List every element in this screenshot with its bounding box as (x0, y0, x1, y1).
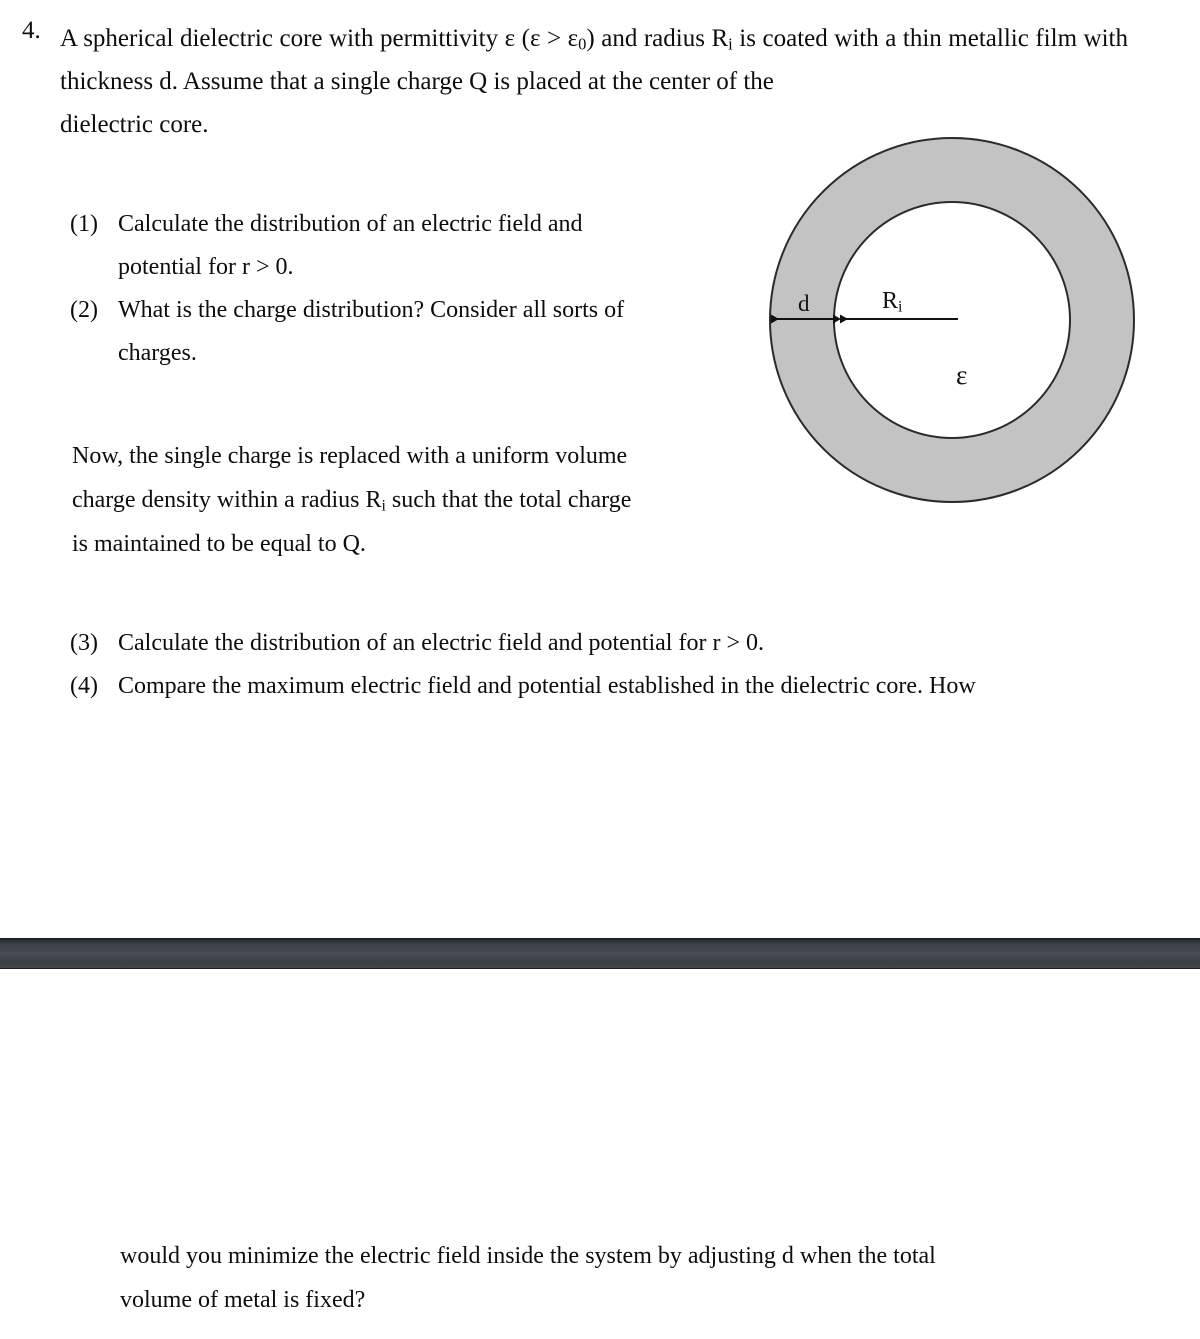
list-item-2-body: What is the charge distribution? Conside… (118, 289, 760, 375)
narrative-line-2: charge density within a radius Ri such t… (72, 478, 762, 522)
list-item-1: (1) Calculate the distribution of an ele… (70, 203, 760, 289)
list-item-1-marker: (1) (70, 211, 98, 237)
list-item-2: (2) What is the charge distribution? Con… (70, 289, 760, 375)
figure-label-permittivity: ε (956, 360, 968, 390)
list-item-1-lastline: potential for r > 0. (118, 254, 294, 280)
narrative-line-2-b: such that the total charge (385, 487, 632, 513)
narrative-line-3: is maintained to be equal to Q. (72, 531, 366, 557)
figure-label-core-radius-text: R (882, 288, 899, 314)
list-item-1-body: Calculate the distribution of an electri… (118, 203, 760, 289)
narrative-paragraph: Now, the single charge is replaced with … (72, 434, 762, 566)
list-item-2-marker: (2) (70, 297, 98, 323)
tail-line-1: would you minimize the electric field in… (120, 1243, 936, 1269)
list-item-2-text: What is the charge distribution? Conside… (118, 297, 625, 323)
list-item-3: (3) Calculate the distribution of an ele… (70, 622, 1145, 665)
stem-text-b: ) and radius R (586, 25, 729, 52)
list-item-1-text: Calculate the distribution of an electri… (118, 211, 583, 237)
figure-coated-sphere: d Ri ε (760, 128, 1152, 520)
figure-label-core-radius-subscript: i (898, 298, 903, 316)
stem-text-a: A spherical dielectric core with permitt… (60, 25, 579, 52)
list-item-2-lastline: charges. (118, 340, 197, 366)
tail-last-line: volume of metal is fixed? (120, 1287, 366, 1313)
list-item-4-marker: (4) (70, 673, 98, 699)
figure-label-core-radius: Ri (882, 288, 902, 315)
list-item-4-body: Compare the maximum electric field and p… (118, 665, 1145, 708)
problem-stem: A spherical dielectric core with permitt… (60, 17, 1128, 146)
question-list-first: (1) Calculate the distribution of an ele… (70, 203, 760, 375)
question-list-second: (3) Calculate the distribution of an ele… (70, 622, 1145, 708)
list-item-4: (4) Compare the maximum electric field a… (70, 665, 1145, 708)
dark-separator-bar (0, 938, 1200, 969)
figure-label-shell-thickness: d (798, 291, 810, 316)
narrative-line-2-a: charge density within a radius R (72, 487, 382, 513)
figure-svg (769, 137, 1135, 503)
list-item-3-text: Calculate the distribution of an electri… (118, 630, 764, 656)
problem-4-root: 4. A spherical dielectric core with perm… (0, 0, 1200, 1339)
tail-paragraph: would you minimize the electric field in… (120, 1234, 1130, 1322)
problem-number: 4. (22, 17, 41, 44)
list-item-3-body: Calculate the distribution of an electri… (118, 622, 1145, 665)
narrative-line-1: Now, the single charge is replaced with … (72, 443, 628, 469)
list-item-3-marker: (3) (70, 630, 98, 656)
list-item-4-text: Compare the maximum electric field and p… (118, 673, 976, 699)
